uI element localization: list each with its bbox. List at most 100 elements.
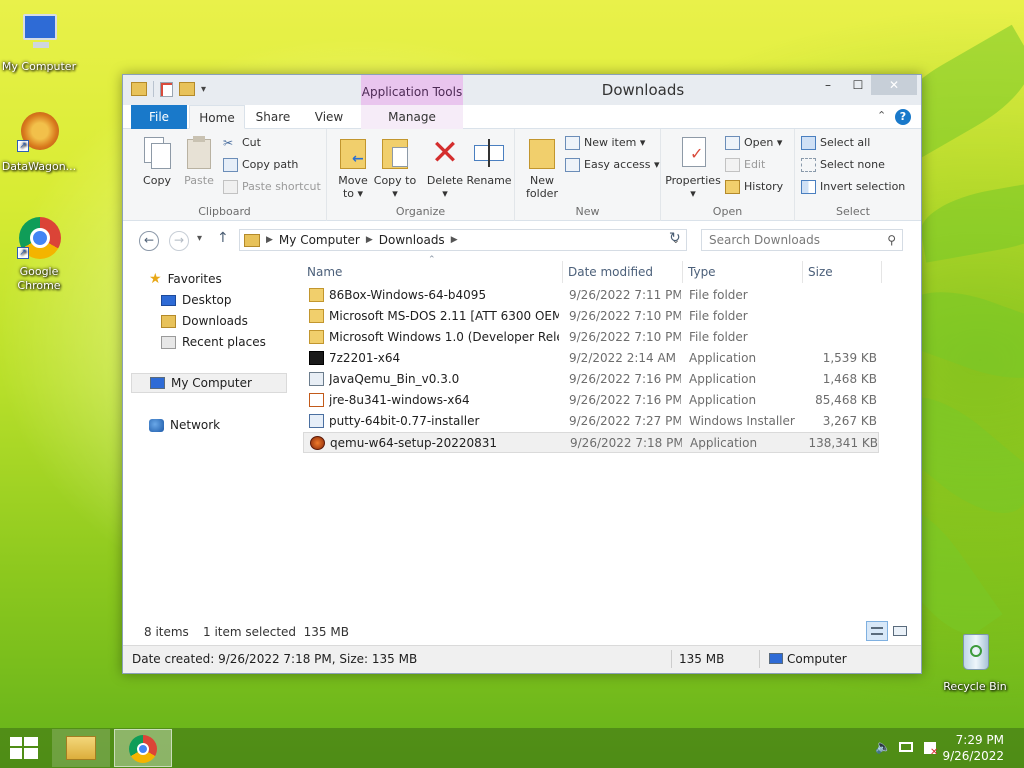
- refresh-button[interactable]: ↻: [669, 230, 681, 246]
- edit-button[interactable]: Edit: [725, 155, 765, 175]
- new-folder-button[interactable]: New folder: [519, 135, 565, 200]
- file-details: Date created: 9/26/2022 7:18 PM, Size: 1…: [132, 652, 418, 666]
- nav-recent-places[interactable]: Recent places: [161, 332, 266, 352]
- ribbon: Copy Paste ✂ Cut Copy path Paste shortcu…: [123, 129, 921, 221]
- chevron-down-icon[interactable]: ▾: [201, 84, 206, 95]
- file-row[interactable]: JavaQemu_Bin_v0.3.0 9/26/2022 7:16 PM Appl…: [303, 369, 879, 390]
- move-to-label: Move to ▾: [338, 174, 368, 200]
- paste-button[interactable]: Paste: [177, 135, 221, 187]
- nav-network[interactable]: Network: [149, 415, 220, 435]
- invert-selection-label: Invert selection: [820, 180, 906, 193]
- open-icon: [725, 136, 740, 150]
- address-row: ← → ▾ ↑ ▶ My Computer ▶ Downloads ▶ ⌄ ↻ …: [123, 221, 921, 257]
- nav-desktop[interactable]: Desktop: [161, 290, 232, 310]
- file-name: qemu-w64-setup-20220831: [330, 436, 498, 450]
- file-date: 9/26/2022 7:18 PM: [570, 436, 682, 450]
- details-view-icon: [871, 627, 883, 635]
- large-icons-view-button[interactable]: [891, 623, 909, 639]
- tab-manage[interactable]: Manage: [361, 105, 463, 129]
- rename-button[interactable]: Rename: [465, 135, 513, 187]
- file-type: File folder: [689, 309, 748, 323]
- start-button[interactable]: [10, 737, 38, 759]
- recent-locations-button[interactable]: ▾: [197, 233, 202, 244]
- tab-share[interactable]: Share: [247, 105, 299, 129]
- address-bar[interactable]: ▶ My Computer ▶ Downloads ▶ ⌄: [239, 229, 687, 251]
- desktop-icon-google-chrome[interactable]: ↗ Google Chrome: [0, 215, 79, 293]
- copy-to-button[interactable]: Copy to ▾: [373, 135, 417, 200]
- open-label: Open ▾: [744, 136, 783, 149]
- file-row[interactable]: Microsoft Windows 1.0 (Developer Releas.…: [303, 327, 879, 348]
- tab-file[interactable]: File: [131, 105, 187, 129]
- properties-button[interactable]: ✓ Properties ▾: [665, 135, 721, 200]
- taskbar-file-explorer[interactable]: [52, 729, 110, 767]
- breadcrumb-downloads[interactable]: Downloads: [379, 233, 445, 247]
- easy-access-button[interactable]: Easy access ▾: [565, 155, 660, 175]
- new-item-button[interactable]: New item ▾: [565, 133, 645, 153]
- column-header-size[interactable]: Size: [808, 263, 833, 281]
- delete-button[interactable]: ✕ Delete ▾: [423, 135, 467, 200]
- file-row[interactable]: putty-64bit-0.77-installer 9/26/2022 7:27…: [303, 411, 879, 432]
- file-row[interactable]: jre-8u341-windows-x64 9/26/2022 7:16 PM Ap…: [303, 390, 879, 411]
- desktop-icon-recycle-bin[interactable]: Recycle Bin: [935, 630, 1015, 694]
- desktop-icon-my-computer[interactable]: My Computer: [0, 10, 79, 74]
- divider: [153, 81, 154, 97]
- file-row[interactable]: 7z2201-x64 9/2/2022 2:14 AM Application 1,5…: [303, 348, 879, 369]
- close-button[interactable]: ✕: [871, 75, 917, 95]
- column-header-type[interactable]: Type: [688, 263, 716, 281]
- selection-info: 1 item selected 135 MB: [203, 625, 349, 639]
- file-row[interactable]: Microsoft MS-DOS 2.11 [ATT 6300 OEM r...…: [303, 306, 879, 327]
- copy-to-label: Copy to ▾: [373, 174, 417, 200]
- maximize-button[interactable]: ☐: [843, 75, 873, 95]
- up-button[interactable]: ↑: [217, 230, 229, 246]
- tab-home[interactable]: Home: [189, 105, 245, 129]
- star-icon: ★: [149, 271, 162, 287]
- tab-view[interactable]: View: [303, 105, 355, 129]
- edit-icon: [725, 158, 740, 172]
- select-all-button[interactable]: Select all: [801, 133, 870, 153]
- search-input[interactable]: Search Downloads ⚲: [701, 229, 903, 251]
- column-header-date[interactable]: Date modified: [568, 263, 653, 281]
- nav-favorites[interactable]: ★ Favorites: [149, 269, 222, 289]
- new-folder-icon[interactable]: [179, 82, 195, 96]
- file-row[interactable]: 86Box-Windows-64-b4095 9/26/2022 7:11 PM F…: [303, 285, 879, 306]
- invert-selection-button[interactable]: Invert selection: [801, 177, 905, 197]
- copy-button[interactable]: Copy: [135, 135, 179, 187]
- nav-my-computer[interactable]: My Computer: [131, 373, 287, 393]
- minimize-ribbon-icon[interactable]: ⌃: [877, 109, 886, 122]
- move-to-button[interactable]: ← Move to ▾: [331, 135, 375, 200]
- forward-button[interactable]: →: [169, 231, 189, 251]
- properties-icon[interactable]: [160, 81, 173, 97]
- column-header-name[interactable]: Name: [307, 263, 342, 281]
- folder-down-icon[interactable]: [131, 82, 147, 96]
- select-group: Select all Select none Invert selection …: [795, 129, 911, 221]
- action-center-icon[interactable]: ✕: [922, 740, 938, 758]
- details-view-button[interactable]: [866, 621, 888, 641]
- volume-muted-icon[interactable]: 🔈: [875, 740, 891, 756]
- help-icon[interactable]: ?: [895, 109, 911, 125]
- select-none-button[interactable]: Select none: [801, 155, 885, 175]
- context-tab-header: Application Tools: [361, 75, 463, 105]
- explorer-window[interactable]: ▾ Application Tools Downloads – ☐ ✕ File…: [122, 74, 922, 674]
- back-button[interactable]: ←: [139, 231, 159, 251]
- copy-path-button[interactable]: Copy path: [223, 155, 298, 175]
- file-name: 86Box-Windows-64-b4095: [329, 288, 487, 302]
- cut-button[interactable]: ✂ Cut: [223, 133, 261, 153]
- open-button[interactable]: Open ▾: [725, 133, 782, 153]
- clock[interactable]: 7:29 PM 9/26/2022: [942, 732, 1004, 764]
- network-tray-icon[interactable]: [898, 740, 914, 756]
- copy-path-label: Copy path: [242, 158, 299, 171]
- breadcrumb-my-computer[interactable]: My Computer: [279, 233, 360, 247]
- clipboard-group-label: Clipboard: [198, 205, 251, 218]
- minimize-button[interactable]: –: [813, 75, 843, 95]
- nav-downloads[interactable]: Downloads: [161, 311, 248, 331]
- history-button[interactable]: History: [725, 177, 783, 197]
- file-size: 135 MB: [679, 652, 725, 666]
- paste-shortcut-button[interactable]: Paste shortcut: [223, 177, 321, 197]
- taskbar-chrome[interactable]: [114, 729, 172, 767]
- wallpaper-leaf: [915, 177, 1024, 263]
- desktop-icon-datawagon[interactable]: ↗ DataWagon...: [0, 110, 79, 174]
- file-row[interactable]: qemu-w64-setup-20220831 9/26/2022 7:18 PM…: [303, 432, 879, 453]
- search-placeholder: Search Downloads: [709, 233, 820, 247]
- title-bar[interactable]: ▾ Application Tools Downloads – ☐ ✕: [123, 75, 921, 105]
- file-name: 7z2201-x64: [329, 351, 401, 365]
